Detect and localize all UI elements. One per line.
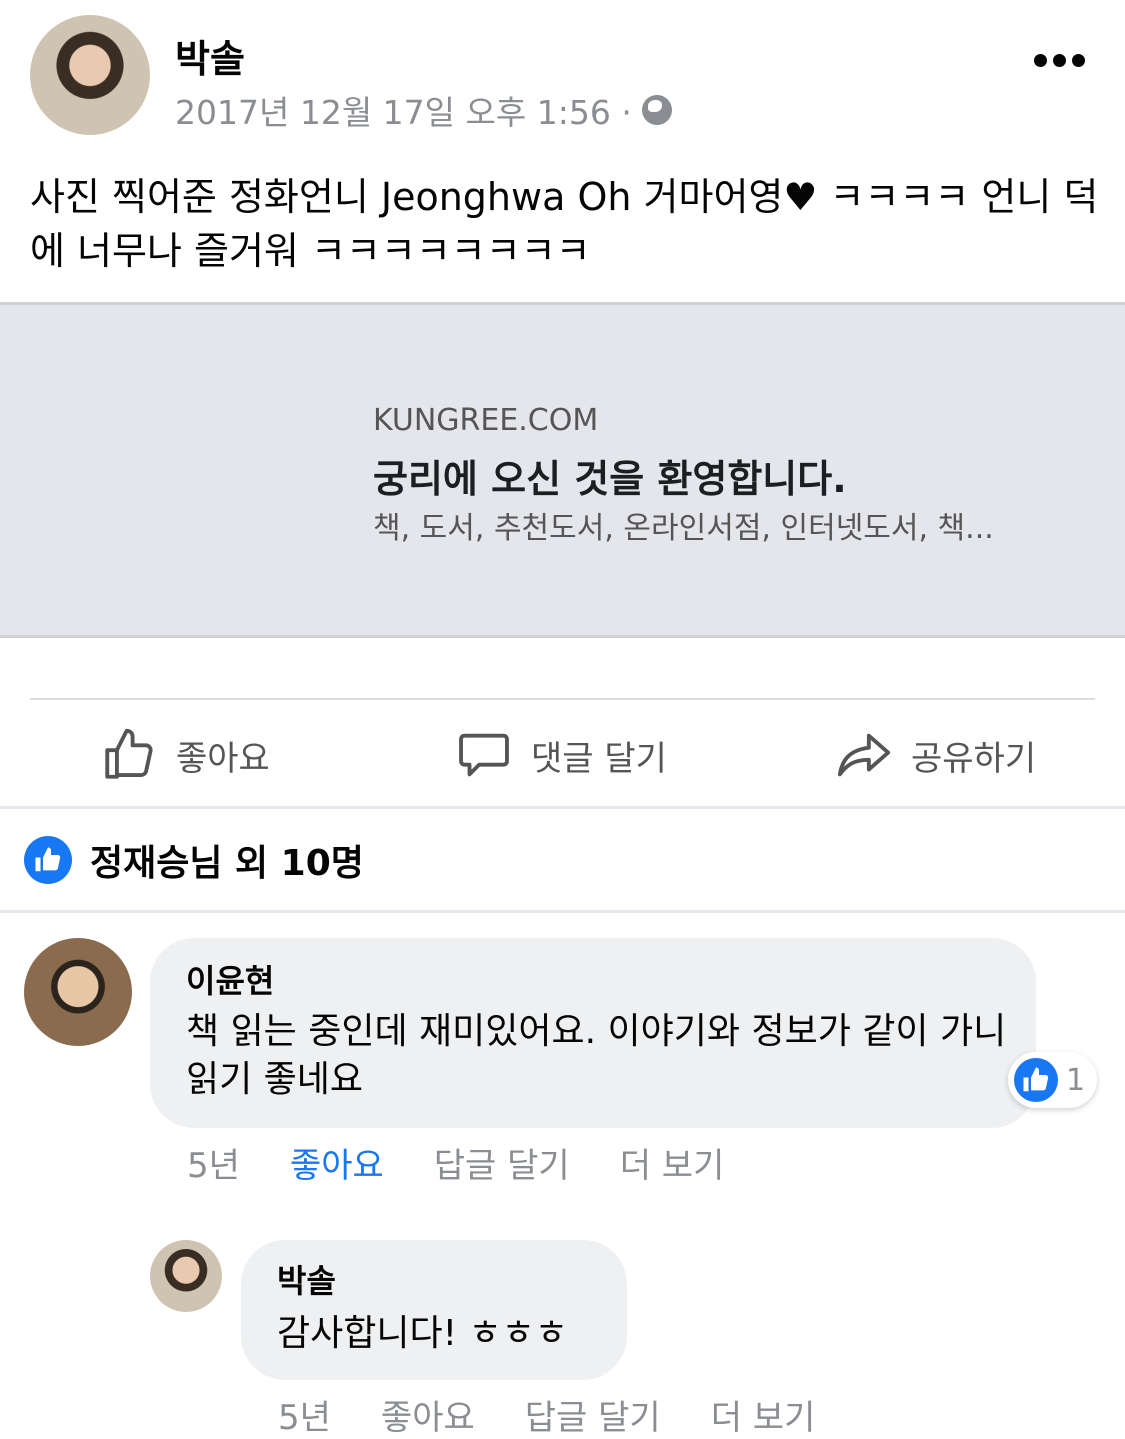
comment-bubble: 박솔 감사합니다! ㅎㅎㅎ	[241, 1240, 627, 1380]
share-icon	[837, 733, 891, 777]
like-label: 좋아요	[176, 738, 270, 779]
comment-time[interactable]: 5년	[187, 1138, 240, 1187]
more-options-icon[interactable]	[1034, 54, 1085, 67]
commenter-name[interactable]: 박솔	[277, 1256, 336, 1302]
like-badge-icon	[24, 836, 72, 884]
author-name[interactable]: 박솔	[175, 28, 245, 83]
likes-summary-text: 정재승님 외 10명	[90, 843, 364, 884]
likes-summary[interactable]: 정재승님 외 10명	[24, 834, 364, 886]
post-date[interactable]: 2017년 12월 17일 오후 1:56 ·	[175, 86, 632, 134]
link-title: 궁리에 오신 것을 환영합니다.	[373, 457, 847, 501]
comment-text: 감사합니다! ㅎㅎㅎ	[277, 1313, 568, 1354]
divider	[0, 910, 1125, 913]
reaction-count: 1	[1066, 1062, 1086, 1098]
globe-icon	[641, 95, 672, 125]
comment-reply-button[interactable]: 답글 달기	[434, 1138, 570, 1187]
comment-like-button[interactable]: 좋아요	[290, 1138, 384, 1187]
link-description: 책, 도서, 추천도서, 온라인서점, 인터넷도서, 책...	[373, 511, 994, 546]
divider	[30, 698, 1095, 700]
commenter-avatar[interactable]	[24, 938, 132, 1046]
commenter-avatar[interactable]	[150, 1240, 222, 1312]
comment-icon	[459, 733, 509, 777]
share-button[interactable]: 공유하기	[835, 720, 1036, 790]
comment-actions: 5년 좋아요 답글 달기 더 보기	[187, 1138, 724, 1187]
comment-bubble: 이윤현 책 읽는 중인데 재미있어요. 이야기와 정보가 같이 가니 읽기 좋네…	[150, 938, 1036, 1128]
comment-reaction[interactable]: 1	[1008, 1052, 1098, 1108]
author-avatar[interactable]	[30, 15, 150, 135]
divider	[0, 806, 1125, 809]
comment-more-button[interactable]: 더 보기	[620, 1138, 725, 1187]
like-badge-icon	[1014, 1058, 1058, 1102]
comment-label: 댓글 달기	[531, 738, 667, 779]
share-label: 공유하기	[911, 738, 1037, 779]
post-timestamp: 2017년 12월 17일 오후 1:56 ·	[175, 86, 672, 134]
commenter-name[interactable]: 이윤현	[186, 956, 274, 1002]
post-text: 사진 찍어준 정화언니 Jeonghwa Oh 거마어영♥ ㅋㅋㅋㅋ 언니 덕에…	[30, 175, 1099, 273]
like-button[interactable]: 좋아요	[100, 720, 270, 790]
link-domain: KUNGREE.COM	[373, 403, 599, 438]
thumbs-up-icon	[105, 728, 153, 779]
comment-text: 책 읽는 중인데 재미있어요. 이야기와 정보가 같이 가니 읽기 좋네요	[186, 1011, 1007, 1100]
comment-button[interactable]: 댓글 달기	[455, 720, 667, 790]
link-preview-card[interactable]: KUNGREE.COM 궁리에 오신 것을 환영합니다. 책, 도서, 추천도서…	[0, 302, 1125, 638]
